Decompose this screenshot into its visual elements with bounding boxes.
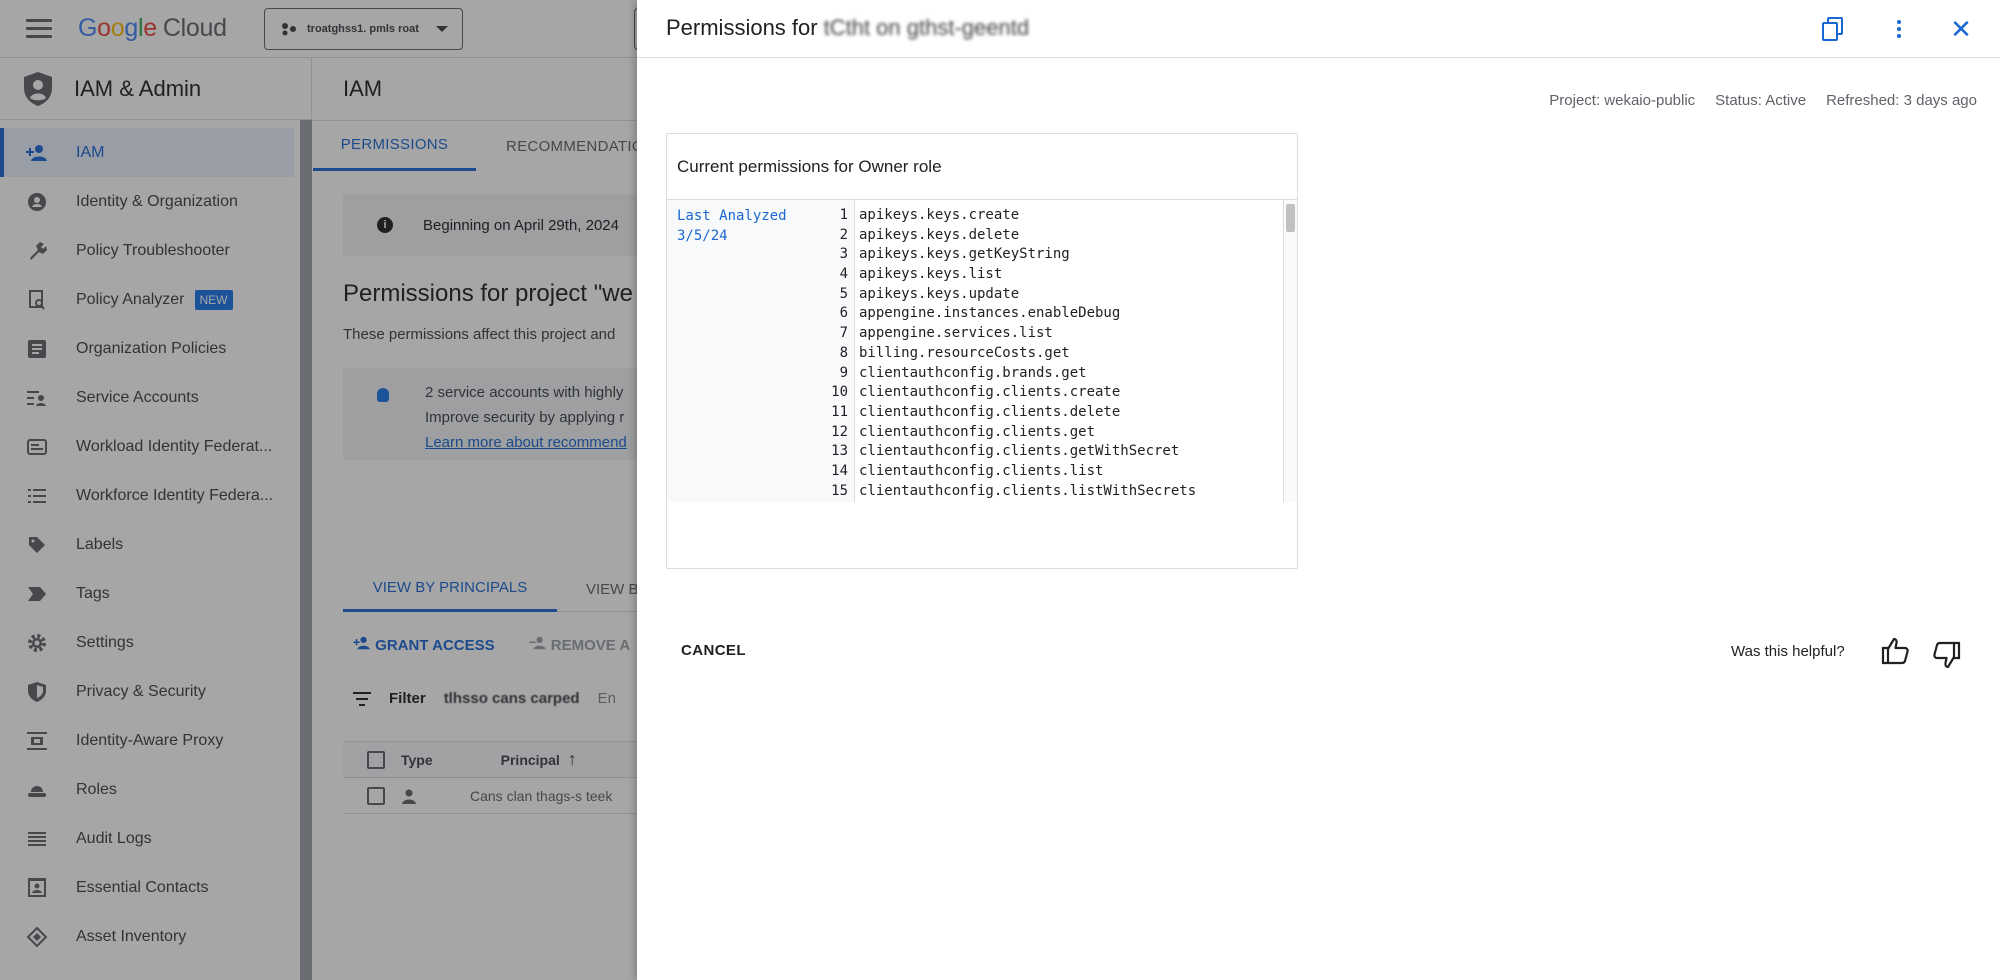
line-number: 13 [831,443,848,460]
line-number: 2 [839,226,848,243]
modal-scrim[interactable] [0,0,637,980]
code-sidebar: Last Analyzed 3/5/24 1 2 3 4 5 6 7 8 9 10 11 12 13 14… [667,200,854,502]
permissions-code-view[interactable]: Last Analyzed 3/5/24 1 2 3 4 5 6 7 8 9 10 11 12 13 14… [667,200,1297,502]
permission-line: apikeys.keys.update [859,285,1020,302]
line-number: 10 [831,384,848,401]
line-number: 9 [839,364,848,381]
permission-line: apikeys.keys.getKeyString [859,246,1070,263]
panel-title: Permissions for tCtht on gthst-geentd [666,15,1030,40]
meta-refreshed: Refreshed: 3 days ago [1826,92,1977,109]
thumb-down-icon[interactable] [1932,640,1962,670]
line-number-gutter: 12345678910111213141516171819 [831,206,848,502]
line-number: 5 [839,285,848,302]
line-number: 16 [831,501,848,502]
code-lines-area: apikeys.keys.create apikeys.keys.delete ap… [854,200,1297,502]
line-number: 12 [831,423,848,440]
permission-line: billing.resourceCosts.get [859,344,1070,361]
line-number: 15 [831,482,848,499]
meta-status: Status: Active [1715,92,1807,109]
scrollbar-thumb[interactable] [1286,204,1295,232]
permission-line: apikeys.keys.list [859,266,1003,283]
card-title: Current permissions for Owner role [667,134,1297,200]
line-number: 4 [839,266,848,283]
last-analyzed: Last Analyzed 3/5/24 [677,208,787,244]
permissions-panel: Permissions for tCtht on gthst-geentd ✕ P… [637,0,2000,980]
code-lines: apikeys.keys.create apikeys.keys.delete ap… [859,206,1297,502]
line-number: 1 [839,207,848,223]
permission-line: clientauthconfig.clients.delete [859,403,1121,420]
copy-icon[interactable] [1819,15,1847,43]
permissions-card: Current permissions for Owner role Last … [666,133,1298,569]
line-number: 8 [839,344,848,361]
line-number: 6 [839,305,848,322]
permission-line: clientauthconfig.clients.listWithSecrets [859,482,1197,499]
code-scrollbar[interactable] [1283,200,1297,502]
permission-line: clientauthconfig.clients.getWithSecret [859,443,1180,460]
thumb-up-icon[interactable] [1880,636,1910,666]
permission-line: clientauthconfig.clients.update [859,501,1297,502]
more-vert-icon[interactable] [1885,15,1913,43]
meta-row: Project: wekaio-public Status: Active Re… [1549,92,1977,109]
panel-title-redacted: tCtht on gthst-geentd [823,15,1030,40]
helpful-prompt: Was this helpful? [1731,643,1845,660]
close-icon[interactable]: ✕ [1947,14,1975,44]
line-number: 11 [831,403,848,420]
permission-line: appengine.instances.enableDebug [859,305,1121,322]
line-number: 7 [839,325,848,342]
cancel-button[interactable]: CANCEL [681,642,746,659]
meta-project: Project: wekaio-public [1549,92,1696,109]
permission-line: appengine.services.list [859,325,1053,342]
permission-line: apikeys.keys.delete [859,226,1020,243]
permission-line: clientauthconfig.brands.get [859,364,1087,381]
permission-line: clientauthconfig.clients.create [859,384,1121,401]
permission-line: apikeys.keys.create [859,207,1020,223]
permission-line: clientauthconfig.clients.get [859,423,1096,440]
line-number: 14 [831,462,848,479]
line-number: 3 [839,246,848,263]
panel-header: Permissions for tCtht on gthst-geentd ✕ [637,0,2000,58]
permission-line: clientauthconfig.clients.list [859,462,1104,479]
